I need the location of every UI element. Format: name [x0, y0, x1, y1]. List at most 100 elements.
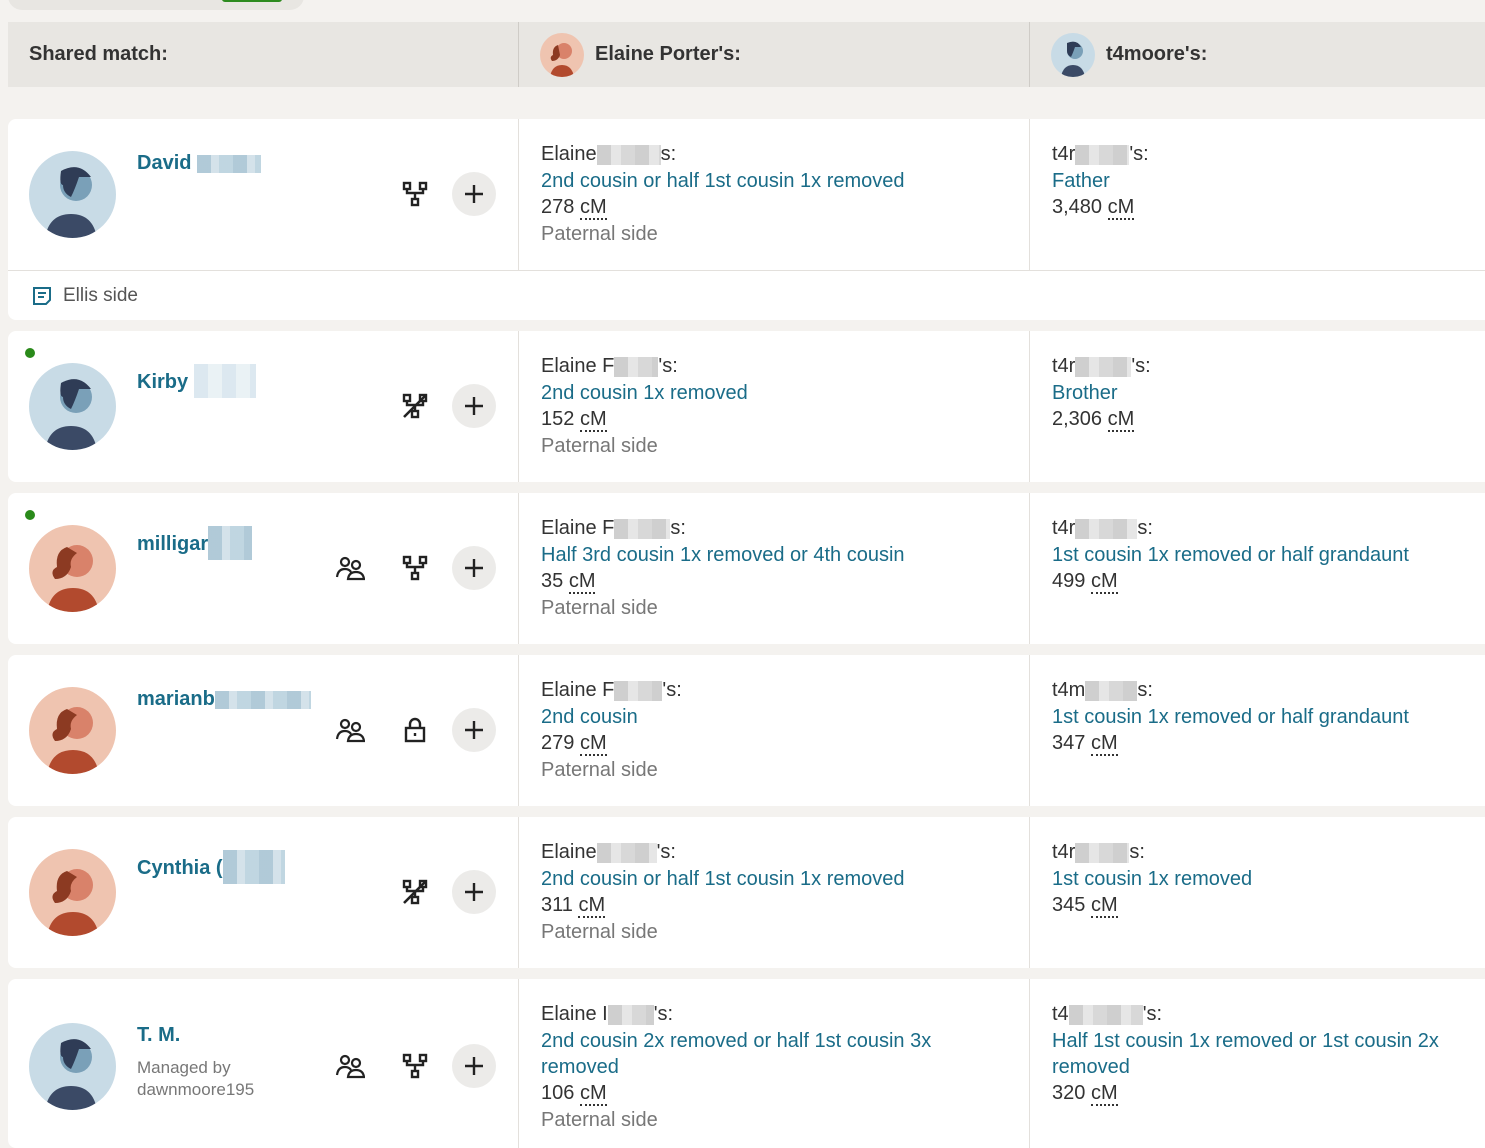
side-label: Paternal side [541, 435, 658, 457]
match-name[interactable]: Cynthia ( [137, 850, 285, 884]
relationship-link[interactable]: 2nd cousin or half 1st cousin 1x removed [541, 168, 1029, 194]
avatar[interactable] [29, 1023, 116, 1110]
add-button[interactable] [452, 384, 496, 428]
add-button[interactable] [452, 708, 496, 752]
add-button[interactable] [452, 1044, 496, 1088]
table-header: Shared match: Elaine Porter's: t4moore's… [8, 22, 1485, 87]
side-label: Paternal side [541, 1109, 658, 1131]
shared-cm: 347 cM [1052, 732, 1118, 756]
relationship-link[interactable]: 1st cousin 1x removed or half grandaunt [1052, 542, 1485, 568]
person-a-label: Elaine I's: [541, 1003, 674, 1025]
person-a-avatar [540, 32, 584, 77]
relationship-link[interactable]: 2nd cousin 1x removed [541, 380, 1029, 406]
relationship-link[interactable]: 1st cousin 1x removed or half grandaunt [1052, 704, 1485, 730]
person-a-relationship: Elaine s: 2nd cousin or half 1st cousin 1… [518, 119, 1029, 270]
match-card-milligar: milligar Elaine Fs: Half 3rd cousin 1x r… [8, 493, 1485, 644]
side-label: Paternal side [541, 597, 658, 619]
avatar[interactable] [29, 849, 116, 936]
shared-people-icon[interactable] [333, 551, 367, 585]
shared-cm: 2,306 cM [1052, 408, 1135, 432]
lock-icon[interactable] [398, 713, 432, 747]
side-label: Paternal side [541, 921, 658, 943]
person-a-relationship: Elaine I's: 2nd cousin 2x removed or hal… [518, 979, 1029, 1148]
match-card-kirby: Kirby Elaine F's: 2nd cousin 1x removed … [8, 331, 1485, 482]
tree-icon[interactable] [398, 177, 432, 211]
person-b-label: t4's: [1052, 1003, 1163, 1025]
person-b-relationship: t4r s: 1st cousin 1x removed or half gran… [1029, 493, 1485, 644]
top-bar-indicator [222, 0, 282, 2]
person-b-relationship: t4m s: 1st cousin 1x removed or half gran… [1029, 655, 1485, 806]
avatar[interactable] [29, 151, 116, 238]
person-a-label: Elaine F's: [541, 679, 682, 701]
match-card-david: David Elaine s: 2nd cousin or half 1st co… [8, 119, 1485, 320]
top-search-bar [8, 0, 304, 10]
shared-cm: 35 cM [541, 570, 596, 594]
relationship-link[interactable]: Brother [1052, 380, 1485, 406]
relationship-link[interactable]: Father [1052, 168, 1485, 194]
shared-people-icon[interactable] [333, 1049, 367, 1083]
redacted-surname [208, 526, 253, 560]
shared-cm: 345 cM [1052, 894, 1118, 918]
match-name[interactable]: milligar [137, 526, 253, 560]
avatar[interactable] [29, 363, 116, 450]
relationship-link[interactable]: 2nd cousin [541, 704, 1029, 730]
tree-icon[interactable] [398, 551, 432, 585]
managed-by: Managed by dawnmoore195 [137, 1058, 255, 1099]
side-label: Paternal side [541, 759, 658, 781]
shared-cm: 320 cM [1052, 1082, 1118, 1106]
add-button[interactable] [452, 870, 496, 914]
redacted-surname [222, 850, 285, 884]
shared-people-icon[interactable] [333, 713, 367, 747]
person-b-relationship: t4r's: Father 3,480 cM [1029, 119, 1485, 270]
avatar[interactable] [29, 525, 116, 612]
match-name[interactable]: David [137, 152, 262, 175]
add-button[interactable] [452, 546, 496, 590]
avatar[interactable] [29, 687, 116, 774]
person-b-label: t4r's: [1052, 143, 1149, 165]
shared-cm: 3,480 cM [1052, 196, 1135, 220]
header-person-a: Elaine Porter's: [518, 22, 1029, 87]
relationship-link[interactable]: 2nd cousin or half 1st cousin 1x removed [541, 866, 1029, 892]
tree-icon[interactable] [398, 1049, 432, 1083]
redacted-surname [214, 690, 311, 709]
add-button[interactable] [452, 172, 496, 216]
person-b-relationship: t4r's: Brother 2,306 cM [1029, 331, 1485, 482]
person-a-relationship: Elaine's: 2nd cousin or half 1st cousin … [518, 817, 1029, 968]
header-person-b: t4moore's: [1029, 22, 1485, 87]
person-b-label: t4m s: [1052, 679, 1153, 701]
match-name[interactable]: T. M. [137, 1024, 180, 1047]
relationship-link[interactable]: 1st cousin 1x removed [1052, 866, 1485, 892]
match-card-tm: T. M. Managed by dawnmoore195 Elaine I's… [8, 979, 1485, 1148]
relationship-link[interactable]: Half 3rd cousin 1x removed or 4th cousin [541, 542, 1029, 568]
person-a-label: Elaine Fs: [541, 517, 686, 539]
shared-cm: 279 cM [541, 732, 607, 756]
person-a-relationship: Elaine F's: 2nd cousin 279 cM Paternal s… [518, 655, 1029, 806]
match-name[interactable]: marianb [137, 688, 311, 711]
person-b-label: t4r s: [1052, 841, 1145, 863]
person-a-label: Elaine s: [541, 143, 677, 165]
relationship-link[interactable]: Half 1st cousin 1x removed or 1st cousin… [1052, 1028, 1455, 1080]
person-a-label: Elaine F's: [541, 355, 678, 377]
side-label: Paternal side [541, 223, 658, 245]
header-shared-match: Shared match: [29, 43, 168, 65]
person-b-relationship: t4's: Half 1st cousin 1x removed or 1st … [1029, 979, 1485, 1148]
shared-cm: 106 cM [541, 1082, 607, 1106]
note-text: Ellis side [63, 284, 138, 306]
person-a-label: Elaine's: [541, 841, 676, 863]
person-a-relationship: Elaine F's: 2nd cousin 1x removed 152 cM… [518, 331, 1029, 482]
person-b-label: t4r's: [1052, 355, 1151, 377]
no-tree-icon[interactable] [398, 875, 432, 909]
no-tree-icon[interactable] [398, 389, 432, 423]
person-b-label: t4r s: [1052, 517, 1153, 539]
online-indicator [25, 348, 35, 358]
person-b-name: t4moore's: [1106, 43, 1208, 65]
match-name[interactable]: Kirby [137, 364, 256, 398]
match-note[interactable]: Ellis side [8, 270, 1485, 320]
person-b-relationship: t4r s: 1st cousin 1x removed 345 cM [1029, 817, 1485, 968]
shared-cm: 311 cM [541, 894, 606, 918]
shared-cm: 278 cM [541, 196, 607, 220]
shared-cm: 152 cM [541, 408, 607, 432]
redacted-surname [197, 154, 262, 173]
relationship-link[interactable]: 2nd cousin 2x removed or half 1st cousin… [541, 1028, 969, 1080]
online-indicator [25, 510, 35, 520]
